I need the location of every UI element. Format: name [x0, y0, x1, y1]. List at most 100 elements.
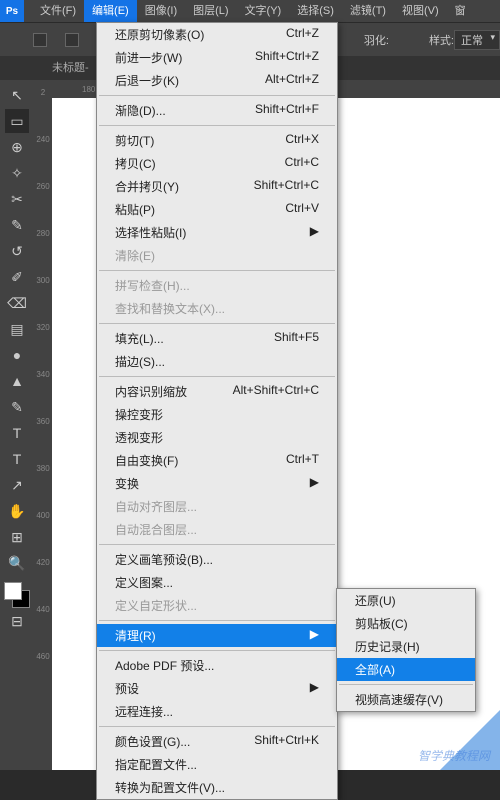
- menu-item: 自动对齐图层...: [97, 495, 337, 518]
- brush-tool[interactable]: ✐: [5, 265, 29, 289]
- menu-item-label: 拼写检查(H)...: [115, 277, 190, 294]
- marquee-tool[interactable]: ▭: [5, 109, 29, 133]
- menu-item-label: 自动混合图层...: [115, 521, 197, 538]
- menu-item[interactable]: 视频高速缓存(V): [337, 688, 475, 711]
- menu-item-label: 视频高速缓存(V): [355, 691, 443, 708]
- menu-item[interactable]: 拷贝(C)Ctrl+C: [97, 152, 337, 175]
- menu-item-label: 远程连接...: [115, 703, 173, 720]
- menu-item[interactable]: 剪贴板(C): [337, 612, 475, 635]
- submenu-arrow-icon: ▶: [310, 680, 319, 697]
- menu-item[interactable]: 剪切(T)Ctrl+X: [97, 129, 337, 152]
- menu-item[interactable]: 自由变换(F)Ctrl+T: [97, 449, 337, 472]
- menu-item-label: 合并拷贝(Y): [115, 178, 179, 195]
- menu-item[interactable]: Adobe PDF 预设...: [97, 654, 337, 677]
- menu-item: 清除(E): [97, 244, 337, 267]
- menu-item-label: 历史记录(H): [355, 638, 420, 655]
- menu-item-label: Adobe PDF 预设...: [115, 657, 214, 674]
- menu-item-label: 操控变形: [115, 406, 163, 423]
- marquee-preset-icon[interactable]: [33, 33, 47, 47]
- move-tool[interactable]: ↖: [5, 83, 29, 107]
- menu-item[interactable]: 操控变形: [97, 403, 337, 426]
- menu-item[interactable]: 指定配置文件...: [97, 753, 337, 776]
- menu-item[interactable]: 合并拷贝(Y) Shift+Ctrl+C: [97, 175, 337, 198]
- menu-item[interactable]: 定义图案...: [97, 571, 337, 594]
- menu-item[interactable]: 远程连接...: [97, 700, 337, 723]
- menu-item[interactable]: 还原剪切像素(O)Ctrl+Z: [97, 23, 337, 46]
- blur-tool[interactable]: ✎: [5, 395, 29, 419]
- eraser-tool[interactable]: ●: [5, 343, 29, 367]
- menu-item[interactable]: 描边(S)...: [97, 350, 337, 373]
- submenu-arrow-icon: ▶: [310, 224, 319, 241]
- lasso-tool[interactable]: ⊕: [5, 135, 29, 159]
- menu-item[interactable]: 变换▶: [97, 472, 337, 495]
- menu-view[interactable]: 视图(V): [394, 0, 447, 22]
- heal-tool[interactable]: ↺: [5, 239, 29, 263]
- menu-shortcut: Alt+Shift+Ctrl+C: [233, 383, 319, 400]
- hand-tool[interactable]: ⊞: [5, 525, 29, 549]
- menu-item[interactable]: 后退一步(K)Alt+Ctrl+Z: [97, 69, 337, 92]
- ruler-vertical: 2240260 280300320 340360380 400420440 46…: [34, 80, 52, 770]
- menu-shortcut: Ctrl+Z: [286, 26, 319, 43]
- menu-image[interactable]: 图像(I): [137, 0, 185, 22]
- tab-doc-1[interactable]: 未标题-: [42, 56, 99, 80]
- menu-item-label: 还原(U): [355, 592, 396, 609]
- menu-item[interactable]: 选择性粘贴(I) ▶: [97, 221, 337, 244]
- menu-type[interactable]: 文字(Y): [237, 0, 290, 22]
- menu-item-label: 颜色设置(G)...: [115, 733, 190, 750]
- menu-item[interactable]: 渐隐(D)...Shift+Ctrl+F: [97, 99, 337, 122]
- crop-tool[interactable]: ✂: [5, 187, 29, 211]
- quickmask-tool[interactable]: ⊟: [5, 609, 29, 633]
- path-tool[interactable]: ↗: [5, 473, 29, 497]
- menu-item-label: 透视变形: [115, 429, 163, 446]
- menu-shortcut: Shift+Ctrl+C: [254, 178, 319, 195]
- menu-item[interactable]: 还原(U): [337, 589, 475, 612]
- menu-shortcut: Shift+Ctrl+F: [255, 102, 319, 119]
- edit-menu-dropdown: 还原剪切像素(O)Ctrl+Z前进一步(W)Shift+Ctrl+Z后退一步(K…: [96, 22, 338, 800]
- menu-item[interactable]: 前进一步(W)Shift+Ctrl+Z: [97, 46, 337, 69]
- gradient-tool[interactable]: ▲: [5, 369, 29, 393]
- menu-edit[interactable]: 编辑(E): [84, 0, 137, 22]
- menu-window[interactable]: 窗: [447, 0, 474, 22]
- feather-label: 羽化:: [364, 32, 389, 48]
- toolbox: ↖ ▭ ⊕ ✧ ✂ ✎ ↺ ✐ ⌫ ▤ ● ▲ ✎ T T ↗ ✋ ⊞ 🔍 ⊟: [0, 80, 34, 770]
- menu-item[interactable]: 填充(L)...Shift+F5: [97, 327, 337, 350]
- menu-item[interactable]: 透视变形: [97, 426, 337, 449]
- menu-item-label: 剪贴板(C): [355, 615, 408, 632]
- menu-item[interactable]: 内容识别缩放Alt+Shift+Ctrl+C: [97, 380, 337, 403]
- shape-tool[interactable]: ✋: [5, 499, 29, 523]
- menu-shortcut: Shift+Ctrl+Z: [255, 49, 319, 66]
- watermark-triangle: [440, 710, 500, 770]
- foreground-color[interactable]: [4, 582, 22, 600]
- menu-item[interactable]: 转换为配置文件(V)...: [97, 776, 337, 799]
- type-tool[interactable]: T: [5, 447, 29, 471]
- menu-item[interactable]: 颜色设置(G)...Shift+Ctrl+K: [97, 730, 337, 753]
- menu-item-label: 选择性粘贴(I): [115, 224, 186, 241]
- menu-item[interactable]: 历史记录(H): [337, 635, 475, 658]
- menu-item[interactable]: 预设▶: [97, 677, 337, 700]
- menu-file[interactable]: 文件(F): [32, 0, 84, 22]
- menu-item-label: 粘贴(P): [115, 201, 155, 218]
- color-swatch[interactable]: [4, 582, 30, 608]
- menu-item: 定义自定形状...: [97, 594, 337, 617]
- style-dropdown[interactable]: 正常: [454, 30, 500, 50]
- menu-item[interactable]: 全部(A): [337, 658, 475, 681]
- menu-select[interactable]: 选择(S): [289, 0, 342, 22]
- menu-item-label: 清理(R): [115, 627, 156, 644]
- eyedropper-tool[interactable]: ✎: [5, 213, 29, 237]
- menu-item-label: 变换: [115, 475, 139, 492]
- stamp-tool[interactable]: ⌫: [5, 291, 29, 315]
- menu-item: 查找和替换文本(X)...: [97, 297, 337, 320]
- app-logo: Ps: [0, 0, 24, 22]
- history-brush-tool[interactable]: ▤: [5, 317, 29, 341]
- menu-item[interactable]: 定义画笔预设(B)...: [97, 548, 337, 571]
- pen-tool[interactable]: T: [5, 421, 29, 445]
- wand-tool[interactable]: ✧: [5, 161, 29, 185]
- menu-item[interactable]: 粘贴(P)Ctrl+V: [97, 198, 337, 221]
- menu-item[interactable]: 清理(R)▶: [97, 624, 337, 647]
- menu-shortcut: Ctrl+T: [286, 452, 319, 469]
- zoom-tool[interactable]: 🔍: [5, 551, 29, 575]
- menu-layer[interactable]: 图层(L): [185, 0, 236, 22]
- marquee-mode-icon[interactable]: [65, 33, 79, 47]
- menu-filter[interactable]: 滤镜(T): [342, 0, 394, 22]
- style-label: 样式:: [429, 32, 454, 48]
